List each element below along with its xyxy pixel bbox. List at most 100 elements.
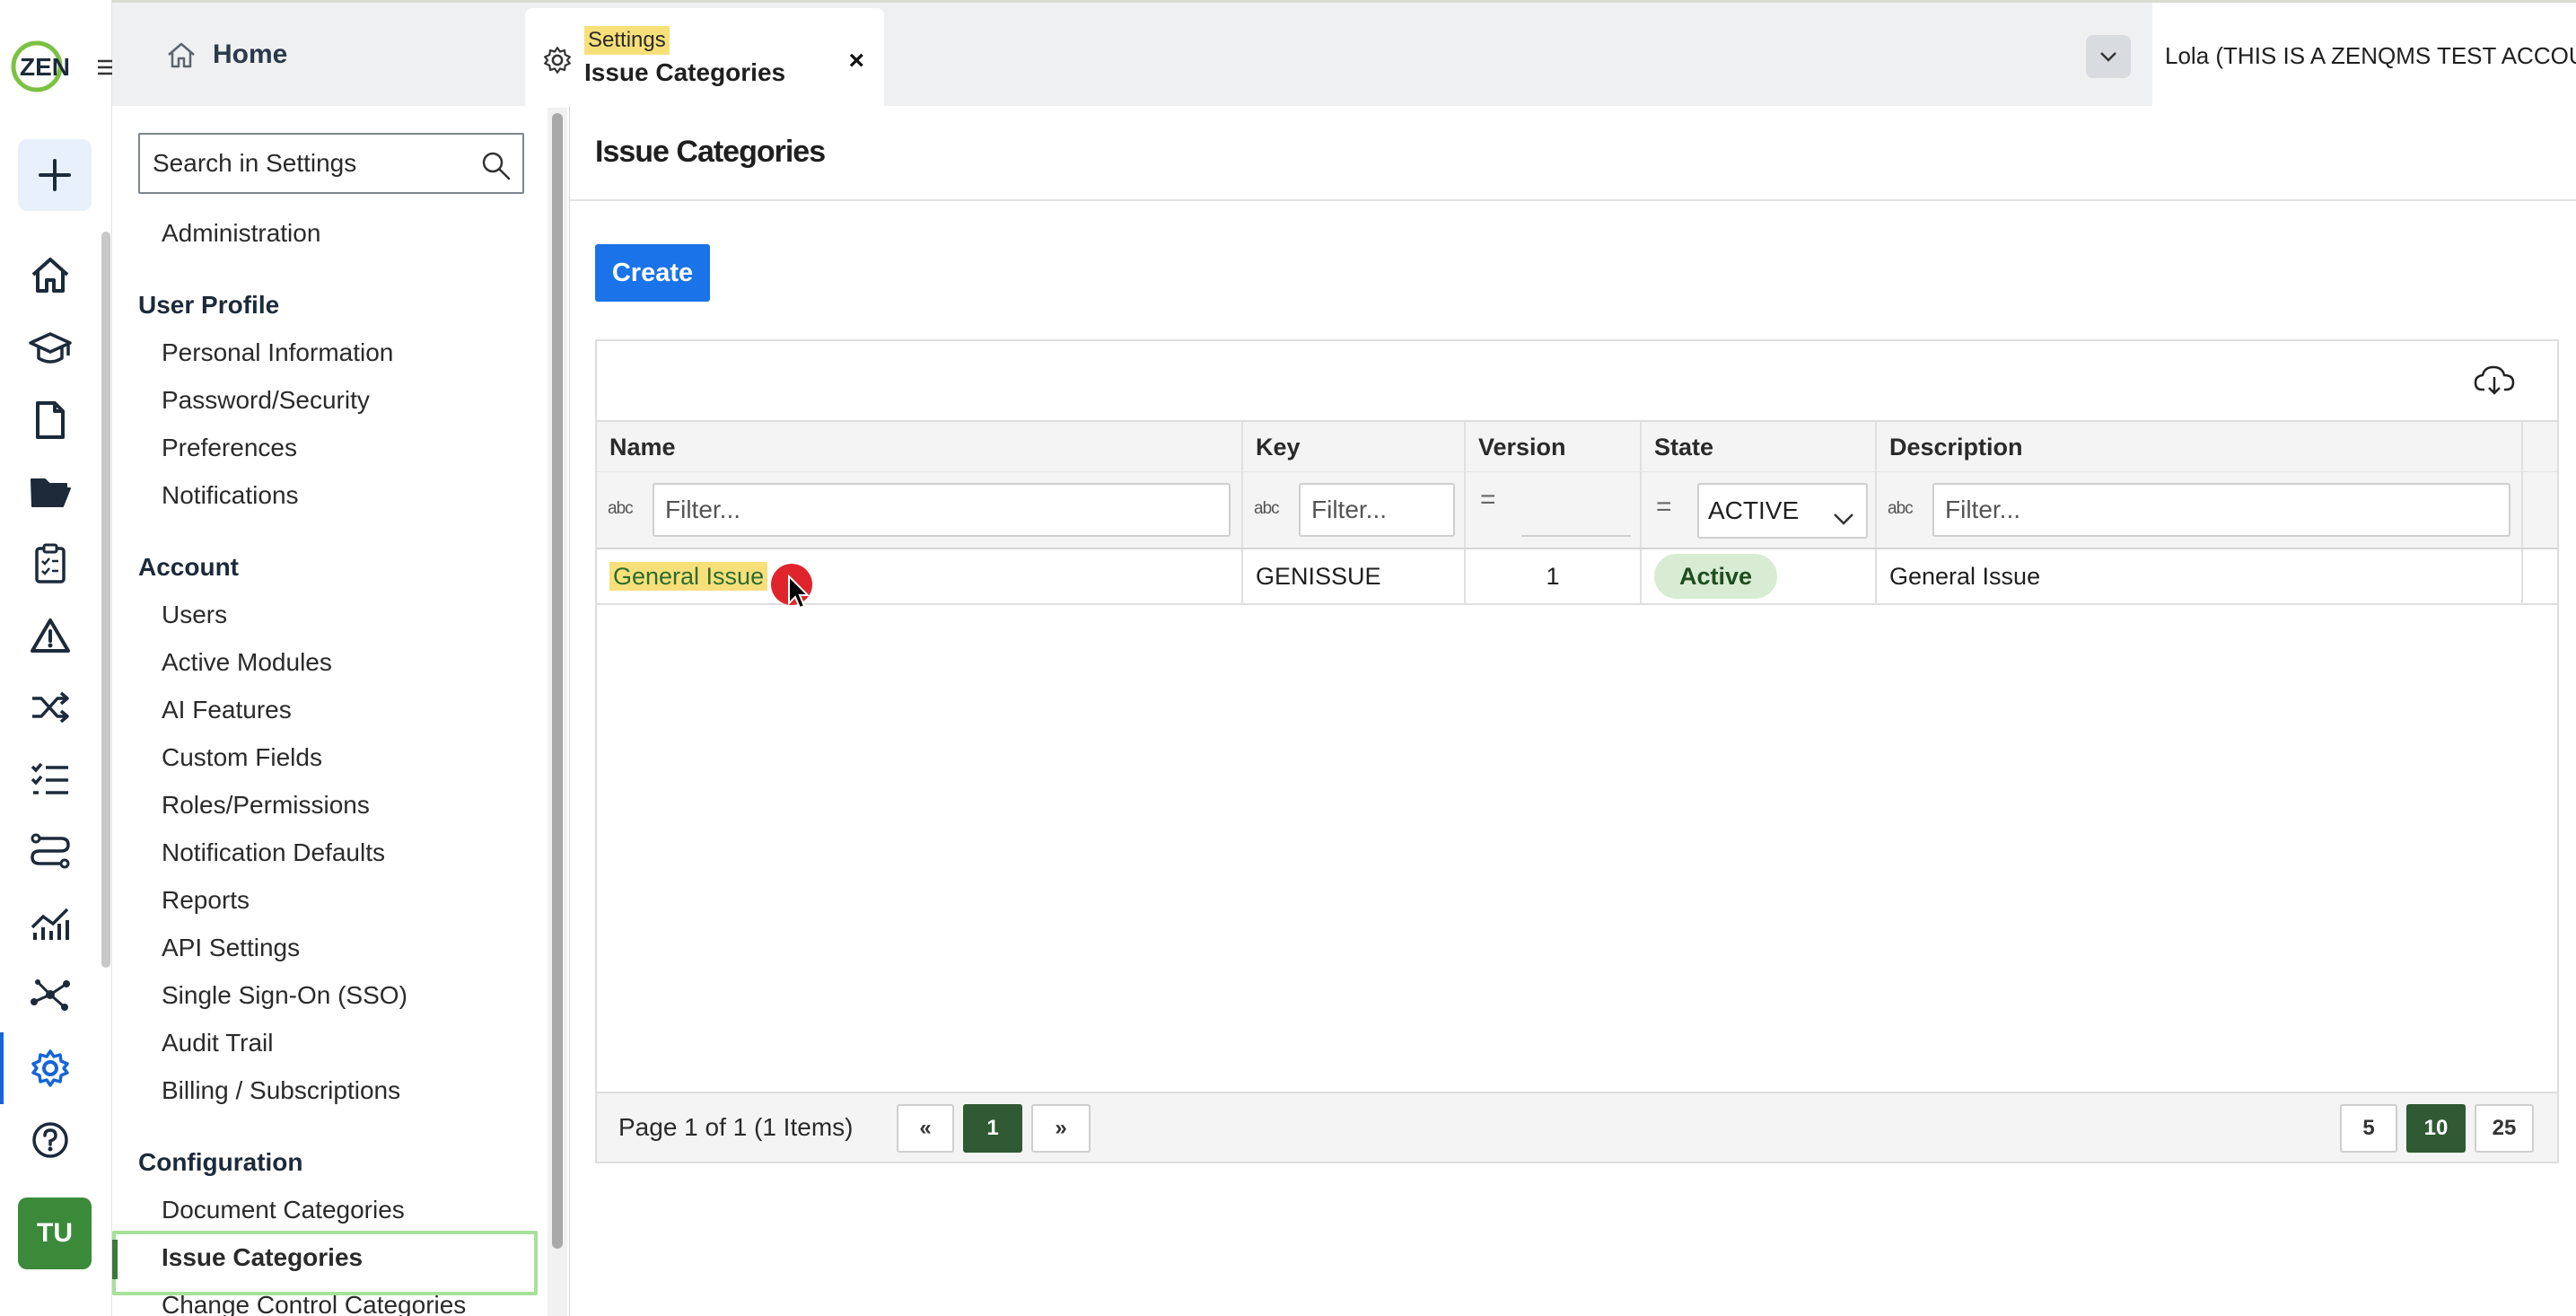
sidebar-item-audit-trail[interactable]: Audit Trail — [112, 1019, 545, 1066]
document-icon[interactable] — [25, 395, 75, 445]
version-filter-input[interactable] — [1521, 496, 1631, 537]
graduation-cap-icon[interactable] — [25, 323, 75, 373]
filter-row: abc abc = = ACTIVE — [597, 472, 2557, 549]
state-filter-select[interactable]: ACTIVE — [1697, 483, 1868, 539]
sidebar-item-issue-categories[interactable]: Issue Categories — [112, 1231, 545, 1295]
gear-icon[interactable] — [25, 1043, 75, 1093]
key-filter-input[interactable] — [1301, 485, 1453, 535]
home-icon[interactable] — [25, 250, 75, 300]
page-size-10[interactable]: 10 — [2406, 1104, 2466, 1153]
sidebar-item-roles-permissions[interactable]: Roles/Permissions — [112, 781, 545, 829]
sidebar-item-sso[interactable]: Single Sign-On (SSO) — [112, 971, 545, 1019]
sidebar-item-preferences[interactable]: Preferences — [112, 424, 545, 471]
warning-icon[interactable] — [25, 610, 75, 661]
avatar[interactable]: TU — [18, 1198, 92, 1269]
tab-bar: Home Settings Issue Categories × Lola (T… — [112, 0, 2576, 109]
tab-title: Issue Categories — [584, 58, 786, 86]
page-size-5[interactable]: 5 — [2340, 1104, 2397, 1153]
tab-issue-categories[interactable]: Settings Issue Categories × — [525, 8, 884, 109]
create-button[interactable]: Create — [595, 244, 710, 302]
page-size-25[interactable]: 25 — [2475, 1104, 2534, 1153]
description-filter-input[interactable] — [1934, 485, 2509, 535]
tab-breadcrumb: Settings — [584, 26, 670, 55]
rail-scrollbar[interactable] — [101, 232, 110, 968]
sidebar-item-users[interactable]: Users — [112, 591, 545, 638]
plus-icon[interactable] — [18, 139, 92, 211]
table-row[interactable]: General Issue GENISSUE 1 Active General … — [597, 549, 2557, 610]
next-page-button[interactable]: » — [1031, 1104, 1091, 1153]
sidebar-item-change-control-categories[interactable]: Change Control Categories — [112, 1281, 545, 1316]
sidebar-scrollbar-thumb[interactable] — [552, 113, 563, 1249]
sidebar-item-administration[interactable]: Administration — [112, 209, 545, 257]
text-filter-icon: abc — [1888, 499, 1914, 518]
close-icon[interactable]: × — [848, 46, 864, 76]
text-filter-icon: abc — [1254, 499, 1280, 518]
description-filter[interactable] — [1932, 483, 2510, 537]
column-header-version[interactable]: Version — [1466, 422, 1642, 471]
row-description: General Issue — [1889, 563, 2041, 590]
chevron-down-icon[interactable] — [2086, 35, 2131, 78]
grid-toolbar — [597, 341, 2557, 420]
home-icon — [168, 42, 195, 67]
prev-page-button[interactable]: « — [897, 1104, 954, 1153]
icon-rail: ZEN TU — [0, 0, 116, 1316]
column-header-state[interactable]: State — [1642, 422, 1877, 471]
divider — [570, 199, 2576, 201]
sidebar-item-reports[interactable]: Reports — [112, 876, 545, 924]
checklist-icon[interactable] — [25, 754, 75, 804]
help-icon[interactable] — [25, 1115, 75, 1165]
logo-text: ZEN — [20, 53, 70, 81]
column-header-key[interactable]: Key — [1243, 422, 1466, 471]
sidebar-item-notifications[interactable]: Notifications — [112, 471, 545, 519]
key-filter[interactable] — [1299, 483, 1455, 537]
sidebar-item-personal-information[interactable]: Personal Information — [112, 329, 545, 376]
tab-home[interactable]: Home — [166, 3, 287, 106]
mouse-cursor-icon — [787, 574, 810, 615]
sidebar-item-password-security[interactable]: Password/Security — [112, 376, 545, 424]
tab-home-label: Home — [213, 39, 288, 69]
name-filter[interactable] — [653, 483, 1231, 537]
sidebar-scrollbar[interactable] — [548, 108, 567, 1316]
sidebar-item-billing[interactable]: Billing / Subscriptions — [112, 1066, 545, 1114]
sidebar-item-active-modules[interactable]: Active Modules — [112, 638, 545, 686]
route-icon[interactable] — [25, 826, 75, 876]
pager: Page 1 of 1 (1 Items) « 1 » 5 10 25 — [597, 1092, 2557, 1162]
group-heading-account: Account — [138, 553, 239, 581]
search-input[interactable] — [153, 149, 467, 178]
zen-logo[interactable]: ZEN — [7, 36, 75, 95]
sidebar-item-ai-features[interactable]: AI Features — [112, 686, 545, 733]
chart-icon[interactable] — [25, 898, 75, 948]
cloud-download-icon[interactable] — [2473, 363, 2516, 403]
row-key: GENISSUE — [1256, 563, 1381, 590]
sidebar-item-custom-fields[interactable]: Custom Fields — [112, 733, 545, 781]
settings-nav: Administration User Profile Personal Inf… — [112, 209, 545, 1316]
row-name-link[interactable]: General Issue — [609, 562, 768, 591]
column-header-name[interactable]: Name — [597, 422, 1243, 471]
pager-info: Page 1 of 1 (1 Items) — [618, 1113, 854, 1141]
gear-icon — [543, 46, 572, 79]
clipboard-icon[interactable] — [25, 539, 75, 589]
active-indicator — [0, 1032, 4, 1104]
settings-sidebar: Administration User Profile Personal Inf… — [112, 106, 545, 1316]
settings-search[interactable] — [138, 133, 524, 194]
shuffle-icon[interactable] — [25, 682, 75, 733]
search-icon[interactable] — [479, 149, 512, 186]
account-name[interactable]: Lola (THIS IS A ZENQMS TEST ACCOUNT) — [2152, 3, 2576, 109]
equals-filter-icon[interactable]: = — [1656, 492, 1672, 522]
folder-icon[interactable] — [25, 467, 75, 517]
sidebar-item-document-categories[interactable]: Document Categories — [112, 1186, 545, 1233]
group-heading-user-profile: User Profile — [138, 291, 280, 319]
grid-header: Name Key Version State Description — [597, 420, 2557, 472]
network-icon[interactable] — [25, 969, 75, 1020]
group-heading-configuration: Configuration — [138, 1148, 303, 1176]
page-button-current[interactable]: 1 — [963, 1104, 1022, 1153]
column-header-description[interactable]: Description — [1877, 422, 2523, 471]
row-version: 1 — [1546, 563, 1560, 590]
name-filter-input[interactable] — [654, 485, 1229, 535]
chevron-down-icon — [1832, 497, 1855, 549]
sidebar-item-notification-defaults[interactable]: Notification Defaults — [112, 829, 545, 876]
data-grid: Name Key Version State Description abc a… — [595, 339, 2559, 1163]
sidebar-item-api-settings[interactable]: API Settings — [112, 924, 545, 971]
equals-filter-icon[interactable]: = — [1480, 485, 1496, 515]
page-title: Issue Categories — [595, 135, 826, 169]
